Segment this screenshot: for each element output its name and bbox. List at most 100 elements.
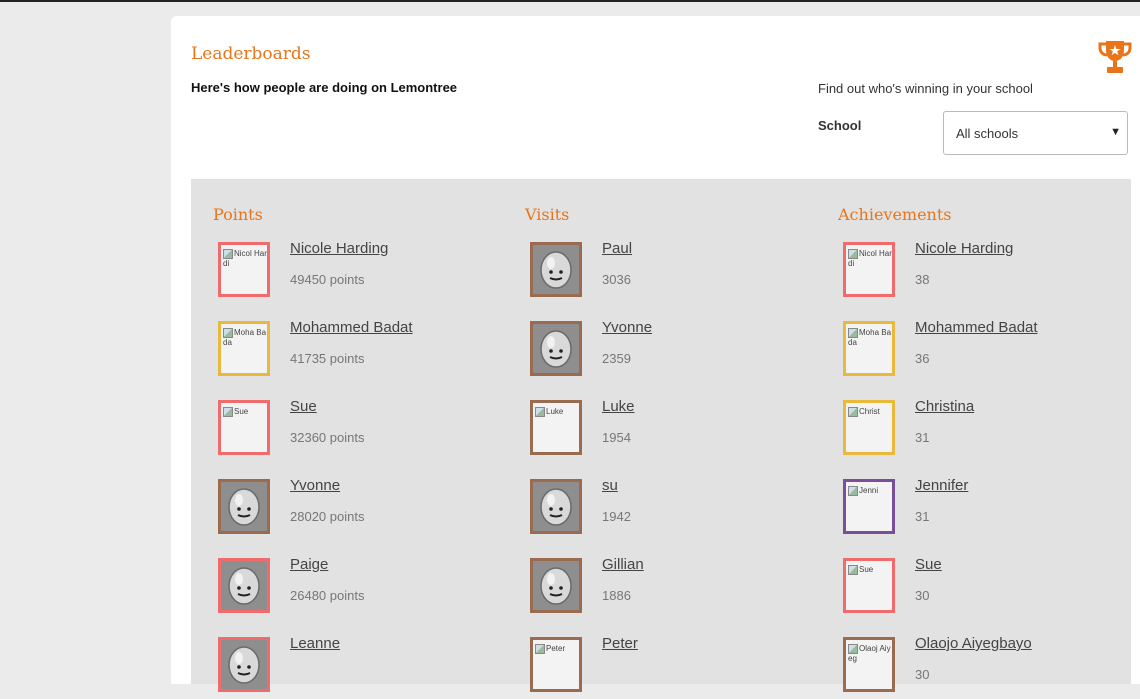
avatar[interactable]: Christ — [843, 400, 895, 455]
column-title-points: Points — [213, 205, 263, 224]
avatar[interactable]: Nicol Hardi — [218, 242, 270, 297]
school-label: School — [818, 118, 862, 133]
user-score: 41735 points — [290, 351, 365, 366]
leaderboard-entry: Olaoj Aiyeg Olaojo Aiyegbayo 30 — [843, 635, 1133, 699]
leaderboard-entry: Nicol Hardi Nicole Harding 38 — [843, 240, 1133, 304]
broken-image-placeholder: Luke — [535, 407, 579, 417]
user-score: 1954 — [602, 430, 631, 445]
broken-image-icon — [223, 249, 233, 259]
user-score: 36 — [915, 351, 930, 366]
user-name-link[interactable]: Mohammed Badat — [915, 319, 1038, 336]
leaderboard-entry: Jenni Jennifer 31 — [843, 477, 1133, 541]
user-name-link[interactable]: Yvonne — [290, 477, 340, 494]
avatar[interactable]: Moha Bada — [218, 321, 270, 376]
broken-image-icon — [848, 249, 858, 259]
broken-image-placeholder: Nicol Hardi — [848, 249, 892, 269]
leaderboard-entry: Peter Peter — [530, 635, 820, 699]
user-name-link[interactable]: Peter — [602, 635, 638, 652]
user-score: 28020 points — [290, 509, 365, 524]
lemon-avatar-icon — [221, 640, 267, 689]
broken-image-placeholder: Christ — [848, 407, 892, 417]
avatar-alt-text: Sue — [859, 565, 874, 574]
user-name-link[interactable]: Mohammed Badat — [290, 319, 413, 336]
avatar[interactable]: Jenni — [843, 479, 895, 534]
user-name-link[interactable]: Yvonne — [602, 319, 652, 336]
user-name-link[interactable]: su — [602, 477, 618, 494]
broken-image-placeholder: Sue — [223, 407, 267, 417]
avatar[interactable] — [530, 558, 582, 613]
broken-image-placeholder: Peter — [535, 644, 579, 654]
leaderboard-entry: Yvonne 2359 — [530, 319, 820, 383]
broken-image-icon — [848, 328, 858, 338]
user-name-link[interactable]: Sue — [290, 398, 317, 415]
avatar[interactable] — [218, 479, 270, 534]
user-score: 30 — [915, 588, 930, 603]
leaderboard-entry: Sue Sue 32360 points — [218, 398, 508, 462]
lemon-avatar-icon — [533, 482, 579, 531]
avatar[interactable]: Moha Bada — [843, 321, 895, 376]
avatar-alt-text: Luke — [546, 407, 564, 416]
top-bar — [0, 0, 1140, 2]
leaderboard-card: Leaderboards Here's how people are doing… — [171, 16, 1140, 692]
leaderboard-entry: Leanne — [218, 635, 508, 699]
user-score: 1886 — [602, 588, 631, 603]
user-name-link[interactable]: Gillian — [602, 556, 644, 573]
avatar[interactable] — [530, 242, 582, 297]
broken-image-icon — [535, 644, 545, 654]
broken-image-icon — [848, 407, 858, 417]
school-select-value: All schools — [956, 126, 1019, 141]
user-name-link[interactable]: Nicole Harding — [290, 240, 388, 257]
avatar[interactable] — [530, 479, 582, 534]
broken-image-icon — [848, 644, 858, 654]
column-title-visits: Visits — [525, 205, 570, 224]
leaderboard-entry: Luke Luke 1954 — [530, 398, 820, 462]
user-score: 49450 points — [290, 272, 365, 287]
user-name-link[interactable]: Christina — [915, 398, 974, 415]
user-name-link[interactable]: Paige — [290, 556, 328, 573]
avatar-alt-text: Sue — [234, 407, 249, 416]
broken-image-icon — [535, 407, 545, 417]
user-name-link[interactable]: Luke — [602, 398, 635, 415]
user-name-link[interactable]: Olaojo Aiyegbayo — [915, 635, 1032, 652]
user-score: 32360 points — [290, 430, 365, 445]
avatar[interactable]: Nicol Hardi — [843, 242, 895, 297]
trophy-icon — [1098, 41, 1132, 73]
lemon-avatar-icon — [533, 245, 579, 294]
avatar[interactable]: Luke — [530, 400, 582, 455]
leaderboard-entry: Sue Sue 30 — [843, 556, 1133, 620]
user-score: 38 — [915, 272, 930, 287]
avatar[interactable] — [530, 321, 582, 376]
user-name-link[interactable]: Nicole Harding — [915, 240, 1013, 257]
broken-image-icon — [848, 565, 858, 575]
avatar-alt-text: Christ — [859, 407, 880, 416]
leaderboard-entry: Nicol Hardi Nicole Harding 49450 points — [218, 240, 508, 304]
leaderboard-entry: Paul 3036 — [530, 240, 820, 304]
broken-image-placeholder: Olaoj Aiyeg — [848, 644, 892, 664]
school-select[interactable]: All schools ▼ — [943, 111, 1128, 155]
leaderboard-entry: Christ Christina 31 — [843, 398, 1133, 462]
lemon-avatar-icon — [221, 482, 267, 531]
broken-image-icon — [848, 486, 858, 496]
user-score: 30 — [915, 667, 930, 682]
user-score: 31 — [915, 430, 930, 445]
page-title: Leaderboards — [191, 44, 311, 64]
lemon-avatar-icon — [221, 561, 267, 610]
leaderboard-entry: Moha Bada Mohammed Badat 41735 points — [218, 319, 508, 383]
user-name-link[interactable]: Jennifer — [915, 477, 968, 494]
lemon-avatar-icon — [533, 324, 579, 373]
leaderboard-panel: Points Nicol Hardi Nicole Harding 49450 po… — [191, 179, 1133, 692]
school-hint: Find out who's winning in your school — [818, 81, 1033, 96]
user-name-link[interactable]: Paul — [602, 240, 632, 257]
user-name-link[interactable]: Sue — [915, 556, 942, 573]
avatar-alt-text: Peter — [546, 644, 566, 653]
leaderboard-entry: Gillian 1886 — [530, 556, 820, 620]
user-score: 3036 — [602, 272, 631, 287]
avatar[interactable]: Sue — [218, 400, 270, 455]
page-subtitle: Here's how people are doing on Lemontree — [191, 80, 458, 95]
avatar[interactable]: Sue — [843, 558, 895, 613]
dropdown-arrow-icon: ▼ — [1110, 126, 1121, 138]
avatar[interactable] — [218, 558, 270, 613]
user-name-link[interactable]: Leanne — [290, 635, 340, 652]
user-score: 26480 points — [290, 588, 365, 603]
broken-image-placeholder: Moha Bada — [848, 328, 892, 348]
